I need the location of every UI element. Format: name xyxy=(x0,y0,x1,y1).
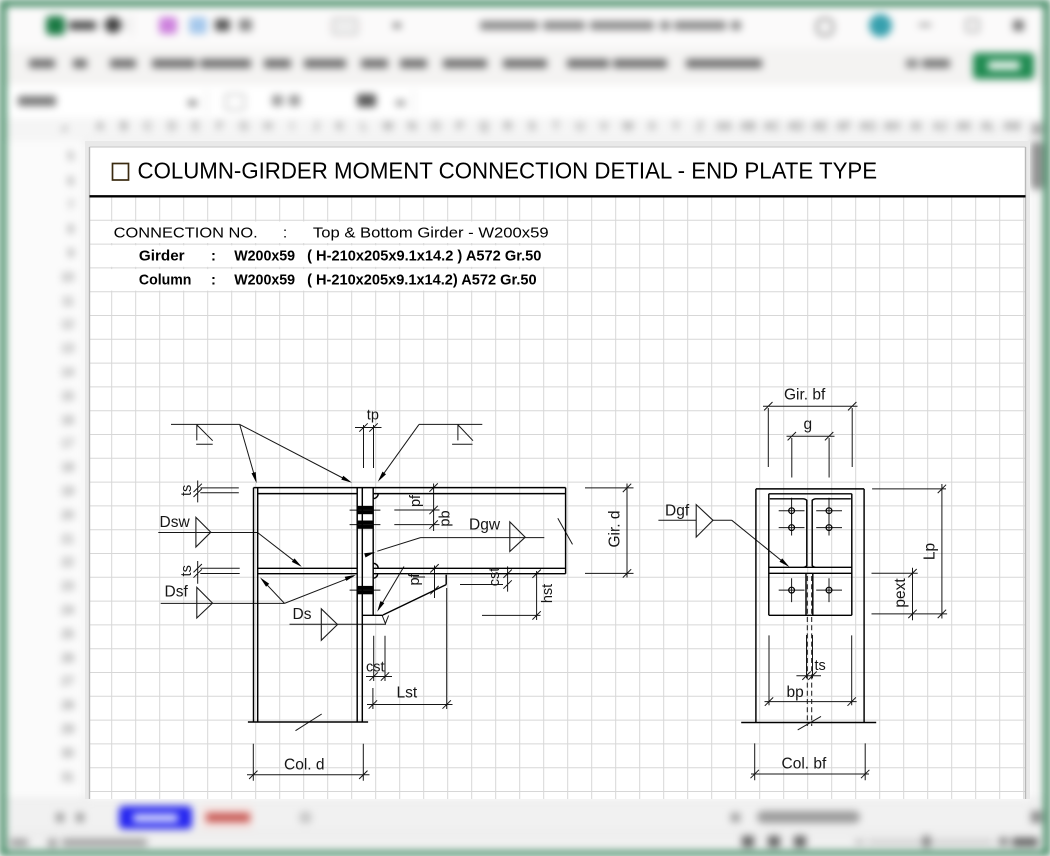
svg-text:Top & Bottom Girder - W200x59: Top & Bottom Girder - W200x59 xyxy=(313,225,549,241)
svg-text:Column: Column xyxy=(139,272,192,288)
svg-text:Girder: Girder xyxy=(139,249,185,265)
svg-text::: : xyxy=(211,249,216,265)
svg-text:cst: cst xyxy=(487,568,503,587)
svg-text:Ds: Ds xyxy=(293,606,312,623)
svg-text:Dgf: Dgf xyxy=(665,502,690,519)
svg-text:pb: pb xyxy=(438,510,454,526)
svg-text::: : xyxy=(211,272,216,288)
svg-text:Lst: Lst xyxy=(397,685,418,702)
svg-text:( H-210x205x9.1x14.2 ) A572 Gr: ( H-210x205x9.1x14.2 ) A572 Gr.50 xyxy=(307,249,541,265)
svg-text:W200x59: W200x59 xyxy=(234,249,295,265)
svg-text:tp: tp xyxy=(367,408,379,424)
svg-text:pf: pf xyxy=(408,494,424,507)
svg-text:Dsw: Dsw xyxy=(160,514,191,531)
svg-text:g: g xyxy=(804,416,813,433)
svg-text:Lp: Lp xyxy=(922,543,939,560)
svg-text:( H-210x205x9.1x14.2) A572 Gr.: ( H-210x205x9.1x14.2) A572 Gr.50 xyxy=(307,272,536,288)
svg-text:ts: ts xyxy=(815,658,826,674)
svg-text:hst: hst xyxy=(540,584,556,603)
svg-text:Col. d: Col. d xyxy=(284,757,325,774)
svg-text:cst: cst xyxy=(366,660,385,676)
svg-text:Col. bf: Col. bf xyxy=(782,756,827,773)
svg-text:ts: ts xyxy=(179,485,195,496)
svg-text:ts: ts xyxy=(179,565,195,576)
svg-text:CONNECTION NO.: CONNECTION NO. xyxy=(114,225,258,241)
svg-text:Gir. d: Gir. d xyxy=(607,510,624,547)
svg-text:W200x59: W200x59 xyxy=(234,272,295,288)
svg-text:Dsf: Dsf xyxy=(165,584,189,601)
svg-text:COLUMN-GIRDER MOMENT CONNECTIO: COLUMN-GIRDER MOMENT CONNECTION DETIAL -… xyxy=(138,158,878,184)
svg-text:Dgw: Dgw xyxy=(469,517,501,534)
svg-text:bp: bp xyxy=(787,684,804,701)
svg-text::: : xyxy=(283,225,287,241)
svg-text:pext: pext xyxy=(892,578,909,608)
svg-text:pf: pf xyxy=(407,572,423,585)
svg-text:Gir. bf: Gir. bf xyxy=(784,387,826,404)
